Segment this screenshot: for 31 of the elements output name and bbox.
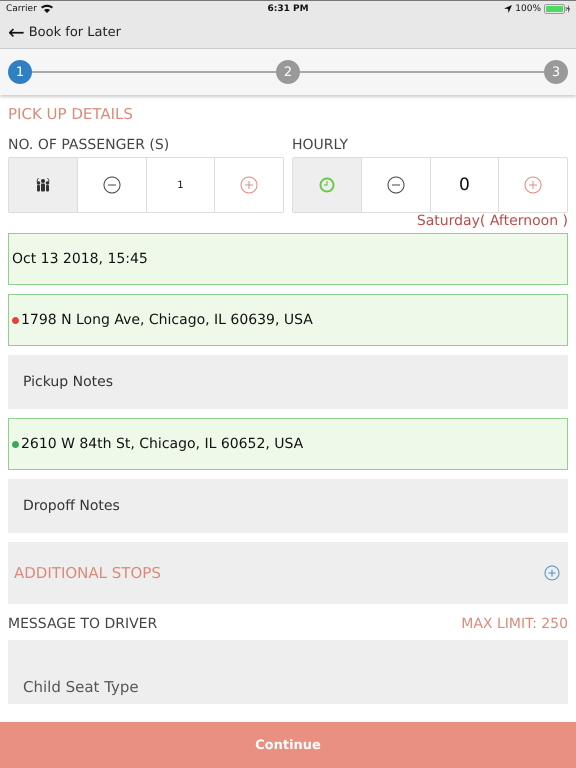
back-button[interactable]: ← [8, 22, 25, 42]
day-note: Saturday( Afternoon ) [416, 213, 568, 229]
input-field[interactable]: Pickup Notes [8, 355, 568, 409]
max-limit-label: MAX LIMIT: 250 [461, 616, 568, 632]
counter-label: HOURLY [292, 137, 350, 155]
battery-percent: 100% [515, 4, 541, 14]
wifi-icon [40, 4, 53, 13]
additional-stops-label: ADDITIONAL STOPS [14, 564, 161, 582]
plus-icon[interactable] [544, 565, 560, 581]
input-field[interactable]: Dropoff Notes [8, 479, 568, 533]
message-label: MESSAGE TO DRIVER [8, 616, 158, 632]
carrier-label: Carrier [6, 4, 37, 14]
input-field[interactable]: 1798 N Long Ave, Chicago, IL 60639, USA [8, 294, 568, 346]
child-seat-dropdown[interactable]: Child Seat Type [8, 670, 568, 704]
input-field[interactable]: 2610 W 84th St, Chicago, IL 60652, USA [8, 418, 568, 470]
clock-time: 6:31 PM [267, 4, 309, 14]
step-indicator[interactable]: 1 [8, 60, 32, 84]
plus-icon[interactable] [240, 176, 258, 194]
minus-icon[interactable] [102, 176, 121, 194]
plus-icon[interactable] [524, 176, 542, 194]
counter-value: 0 [458, 175, 470, 195]
battery-icon [544, 4, 570, 14]
location-icon [504, 4, 512, 12]
people-icon [34, 178, 51, 192]
section-title: PICK UP DETAILS [8, 105, 134, 125]
input-field[interactable]: Oct 13 2018, 15:45 [8, 233, 568, 285]
page-title: Book for Later [28, 24, 121, 40]
counter-label: NO. OF PASSENGER (S) [8, 137, 170, 155]
clock-icon [318, 177, 335, 193]
minus-icon[interactable] [386, 176, 405, 194]
counter-value: 1 [177, 180, 184, 190]
